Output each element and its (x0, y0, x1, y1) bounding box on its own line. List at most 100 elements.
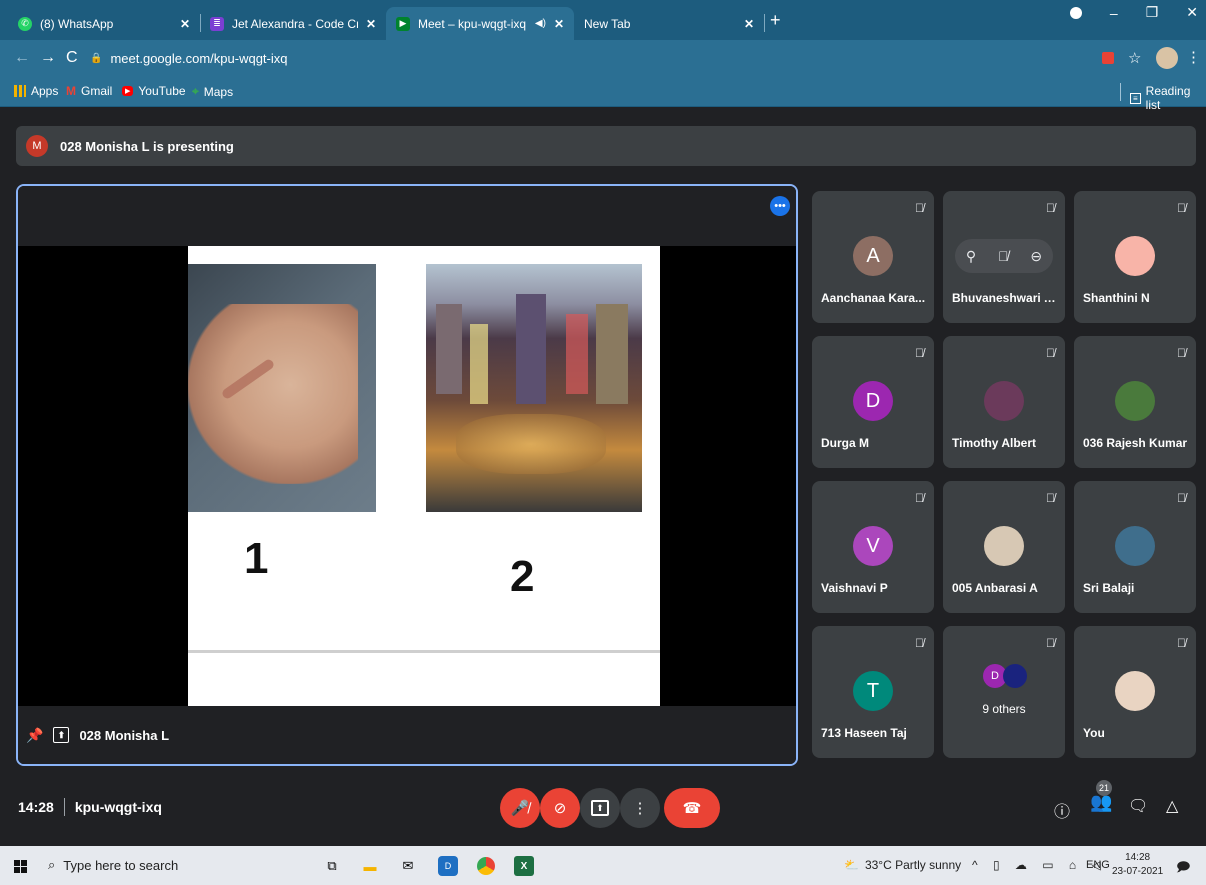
participant-tile[interactable]: 🎙̸ D 9 others (943, 626, 1065, 758)
presenter-avatar: M (26, 135, 48, 157)
mic-muted-icon: 🎙̸ (1046, 491, 1055, 505)
close-tab-icon[interactable]: ✕ (554, 17, 564, 31)
chrome-menu-icon[interactable]: ⋮ (1186, 48, 1201, 66)
back-button[interactable]: ← (14, 49, 30, 67)
excel-icon[interactable]: X (514, 856, 534, 876)
more-options-button[interactable]: ••• (770, 196, 790, 216)
meeting-details-icon[interactable]: ⓘ (1054, 798, 1070, 822)
mic-muted-icon: 🎙̸ (1177, 346, 1186, 360)
participant-tile[interactable]: 🎙̸ A Aanchanaa Kara... (812, 191, 934, 323)
address-bar[interactable]: 🔒 meet.google.com/kpu-wqgt-ixq (90, 45, 1090, 72)
meeting-code: kpu-wqgt-ixq (74, 799, 162, 815)
chrome-taskbar-icon[interactable] (476, 856, 496, 876)
presentation-stage[interactable]: ••• 1 2 📌 ⬆ 028 Monisha L (16, 184, 798, 766)
apps-grid-icon (14, 85, 26, 97)
participant-tile[interactable]: 🎙̸ 005 Anbarasi A (943, 481, 1065, 613)
participant-avatar (1115, 526, 1155, 566)
clock-time: 14:28 (1125, 852, 1151, 863)
tab-title: Jet Alexandra - Code Crackers - C (232, 16, 358, 31)
presenting-text: 028 Monisha L is presenting (60, 138, 234, 154)
bookmark-label: Maps (203, 84, 234, 99)
maps-icon: ⌖ (192, 84, 199, 98)
windows-start-icon[interactable] (10, 856, 30, 876)
others-avatar (1003, 664, 1027, 688)
participant-tile[interactable]: 🎙̸ T 713 Haseen Taj (812, 626, 934, 758)
tab-title: (8) WhatsApp (40, 16, 114, 31)
mic-off-button[interactable]: 🎤̸ (500, 788, 540, 828)
extension-icon[interactable] (1102, 52, 1114, 64)
presenting-banner: M 028 Monisha L is presenting (16, 126, 1196, 166)
bookmark-maps[interactable]: ⌖ Maps (192, 84, 233, 99)
leave-call-button[interactable]: ☎ (664, 788, 720, 828)
task-view-icon[interactable]: ⧉ (322, 856, 342, 876)
activities-icon[interactable]: △ (1166, 796, 1178, 816)
participant-name: You (1083, 726, 1105, 740)
participant-name: Timothy Albert (952, 436, 1037, 450)
participant-tile[interactable]: 🎙̸ Sri Balaji (1074, 481, 1196, 613)
participant-tile[interactable]: 🎙̸ Timothy Albert (943, 336, 1065, 468)
bookmark-apps[interactable]: Apps (14, 84, 58, 98)
tab-classroom[interactable]: ≣ Jet Alexandra - Code Crackers - C ✕ (200, 7, 386, 40)
present-screen-icon: ⬆ (53, 727, 70, 743)
partly-sunny-icon: ⛅ (844, 858, 859, 872)
close-window-button[interactable]: ✕ (1186, 4, 1198, 21)
maximize-button[interactable]: ❐ (1146, 4, 1159, 21)
profile-avatar[interactable] (1156, 47, 1178, 69)
url-text: meet.google.com/kpu-wqgt-ixq (110, 51, 288, 66)
profile-dot-icon[interactable] (1069, 6, 1082, 19)
chat-icon[interactable]: 🗨 (1128, 796, 1148, 816)
participant-name: Durga M (821, 436, 869, 450)
remove-participant-icon[interactable]: ⊖ (1030, 248, 1042, 265)
present-now-button[interactable]: ⬆ (580, 788, 620, 828)
pin-icon[interactable]: 📌 (26, 727, 43, 744)
bookmarks-bar: Apps M Gmail ▶ YouTube ⌖ Maps ≡ Reading … (0, 77, 1206, 112)
forward-button[interactable]: → (40, 49, 56, 67)
participant-tile[interactable]: 🎙̸ D Durga M (812, 336, 934, 468)
mic-muted-icon: 🎙̸ (915, 346, 924, 360)
tab-meet[interactable]: ▶ Meet – kpu-wqgt-ixq ◀) ✕ (386, 7, 574, 40)
dell-app-icon[interactable]: D (438, 856, 458, 876)
participant-tile[interactable]: 🎙̸ 036 Rajesh Kumar (1074, 336, 1196, 468)
minimize-button[interactable]: – (1110, 5, 1118, 21)
meet-icon: ▶ (396, 16, 410, 31)
camera-off-button[interactable]: ⊘ (540, 788, 580, 828)
participant-tile[interactable]: 🎙̸ ⚲ 🎙̸ ⊖ Bhuvaneshwari Ar... (943, 191, 1065, 323)
participant-tile[interactable]: 🎙̸ You (1074, 626, 1196, 758)
bookmark-star-icon[interactable]: ☆ (1128, 49, 1141, 67)
pin-icon[interactable]: ⚲ (966, 248, 976, 265)
more-options-button[interactable]: ⋮ (620, 788, 660, 828)
tab-title: Meet – kpu-wqgt-ixq (418, 16, 527, 31)
bookmark-youtube[interactable]: ▶ YouTube (122, 84, 186, 98)
audio-playing-icon[interactable]: ◀) (535, 18, 546, 29)
mail-icon[interactable]: ✉ (398, 856, 418, 876)
tab-whatsapp[interactable]: ✆ (8) WhatsApp ✕ (8, 7, 200, 40)
reload-button[interactable]: C (66, 49, 78, 67)
input-language[interactable]: ENG (1086, 859, 1110, 871)
youtube-icon: ▶ (122, 86, 134, 96)
new-tab-button[interactable]: + (770, 10, 781, 31)
tab-title: New Tab (584, 16, 631, 31)
file-explorer-icon[interactable]: ▬ (360, 856, 380, 876)
participant-tile[interactable]: 🎙̸ Shanthini N (1074, 191, 1196, 323)
reading-list-button[interactable]: ≡ Reading list (1130, 84, 1206, 112)
clock[interactable]: 14:28 23-07-2021 (1112, 851, 1163, 879)
mic-muted-icon: 🎙̸ (1046, 636, 1055, 650)
close-tab-icon[interactable]: ✕ (744, 17, 754, 31)
meet-control-bar: 14:28 kpu-wqgt-ixq 🎤̸ ⊘ ⬆ ⋮ ☎ ⓘ 👥 21 🗨 △ (0, 770, 1206, 845)
bookmark-gmail[interactable]: M Gmail (66, 84, 112, 98)
slide-label-1: 1 (244, 534, 269, 583)
close-tab-icon[interactable]: ✕ (180, 17, 190, 31)
notification-center-icon[interactable]: 🗩 (1176, 858, 1190, 880)
lock-icon[interactable]: 🔒 (90, 53, 102, 64)
close-tab-icon[interactable]: ✕ (366, 17, 376, 31)
participant-name: Bhuvaneshwari Ar... (952, 291, 1060, 305)
bookmark-label: Gmail (81, 84, 113, 98)
meeting-time: 14:28 (18, 799, 54, 815)
weather-widget[interactable]: ⛅ 33°C Partly sunny (844, 858, 961, 872)
tab-new-tab[interactable]: New Tab ✕ (574, 7, 764, 40)
participant-avatar: D (853, 381, 893, 421)
people-button[interactable]: 👥 21 (1090, 780, 1112, 813)
taskbar-search[interactable]: ⌕ Type here to search (48, 857, 178, 873)
participant-tile[interactable]: 🎙̸ V Vaishnavi P (812, 481, 934, 613)
mute-participant-icon[interactable]: 🎙̸ (998, 248, 1009, 264)
